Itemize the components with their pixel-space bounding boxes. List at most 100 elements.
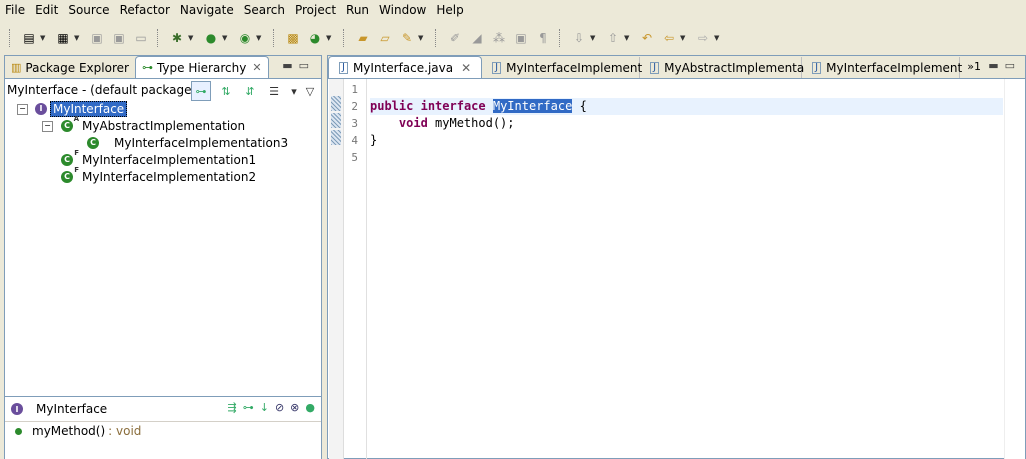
tree-node-myinterface[interactable]: I MyInterface <box>35 100 128 117</box>
tab-myabstractimplementa[interactable]: J MyAbstractImplementa <box>640 57 804 78</box>
open-resource-icon[interactable]: ▱ <box>376 29 394 47</box>
open-type-icon[interactable]: ▰ <box>354 29 372 47</box>
class-icon: CF <box>61 166 79 183</box>
sort-icon[interactable]: ↓ <box>260 401 269 414</box>
collapse-icon[interactable]: − <box>42 121 53 132</box>
vertical-scrollbar[interactable] <box>1004 79 1025 459</box>
chevron-down-icon[interactable]: ▼ <box>74 34 82 42</box>
menu-run[interactable]: Run <box>341 0 374 21</box>
show-whitespace-icon[interactable]: ¶ <box>534 29 552 47</box>
toggle-breadcrumb-icon[interactable]: ⁂ <box>490 29 508 47</box>
minimize-maximize-icon[interactable]: ▬▭ <box>282 59 315 72</box>
close-icon[interactable]: ✕ <box>252 61 261 74</box>
toolbar-separator <box>157 29 161 47</box>
interface-icon: I <box>11 403 23 415</box>
tree-node-myinterfaceimplementation1[interactable]: CF MyInterfaceImplementation1 <box>61 149 256 168</box>
more-tabs-button[interactable]: »1 <box>967 60 981 73</box>
hide-fields-icon[interactable]: ⊘ <box>275 401 284 414</box>
members-toolbar: ⇶ ⊶ ↓ ⊘ ⊗ ● <box>228 401 315 414</box>
chevron-down-icon[interactable]: ▼ <box>680 34 688 42</box>
toolbar-separator <box>343 29 347 47</box>
menu-edit[interactable]: Edit <box>30 0 63 21</box>
tab-package-explorer[interactable]: ▥ Package Explorer <box>5 57 135 78</box>
left-view-tabs: ▥ Package Explorer ⊶ Type Hierarchy ✕ ▬▭ <box>5 56 321 79</box>
occurrence-marker[interactable] <box>331 113 341 128</box>
menu-navigate[interactable]: Navigate <box>175 0 239 21</box>
view-menu-icon[interactable]: ▽ <box>305 82 315 100</box>
supertype-hierarchy-icon[interactable]: ⇅ <box>217 82 235 100</box>
code-area[interactable]: public interface MyInterface { void myMe… <box>370 79 1003 166</box>
type-hierarchy-mode-icon[interactable]: ⊶ <box>191 81 211 101</box>
main-toolbar: ▤ ▼ ▦ ▼ ▣ ▣ ▭ ✱ ▼ ● ▼ ◉ ▼ ▩ ◕ ▼ ▰ ▱ ✎ ▼ ✐ ◢ ⁂ ▣… <box>0 23 1026 53</box>
new-icon[interactable]: ▤ <box>20 29 38 47</box>
tab-label: Type Hierarchy <box>156 60 247 75</box>
tab-type-hierarchy[interactable]: ⊶ Type Hierarchy ✕ <box>134 56 269 78</box>
hierarchy-toolbar: ⊶ ⇅ ⇵ ☰ ▾ ▽ <box>191 81 315 101</box>
next-annotation-icon[interactable]: ⇩ <box>570 29 588 47</box>
occurrence-marker[interactable] <box>331 96 341 111</box>
subtype-hierarchy-icon[interactable]: ⇵ <box>241 82 259 100</box>
chevron-down-icon[interactable]: ▼ <box>418 34 426 42</box>
occurrence-marker[interactable] <box>331 130 341 145</box>
hide-nonpublic-icon[interactable]: ● <box>305 401 315 414</box>
tree-node-myinterfaceimplementation3[interactable]: C MyInterfaceImplementation3 <box>87 134 288 151</box>
print-icon[interactable]: ▭ <box>132 29 150 47</box>
collapse-icon[interactable]: − <box>17 104 28 115</box>
tab-myinterface-java[interactable]: J MyInterface.java ✕ <box>328 56 483 78</box>
chevron-down-icon[interactable]: ▼ <box>624 34 632 42</box>
last-edit-location-icon[interactable]: ↶ <box>638 29 656 47</box>
highlight-icon[interactable]: ◢ <box>468 29 486 47</box>
chevron-down-icon[interactable]: ▼ <box>222 34 230 42</box>
type-hierarchy-view: ▥ Package Explorer ⊶ Type Hierarchy ✕ ▬▭… <box>4 55 322 459</box>
run-icon[interactable]: ● <box>202 29 220 47</box>
chevron-down-icon[interactable]: ▼ <box>40 34 48 42</box>
external-tools-icon[interactable]: ◉ <box>236 29 254 47</box>
new-class-icon[interactable]: ◕ <box>306 29 324 47</box>
block-selection-icon[interactable]: ▣ <box>512 29 530 47</box>
menu-search[interactable]: Search <box>239 0 290 21</box>
new-package-icon[interactable]: ▩ <box>284 29 302 47</box>
chevron-down-icon[interactable]: ▼ <box>326 34 334 42</box>
hide-static-icon[interactable]: ⊗ <box>290 401 299 414</box>
abstract-modifier: A <box>73 114 79 123</box>
back-icon[interactable]: ⇦ <box>660 29 678 47</box>
tab-myinterfaceimplement[interactable]: J MyInterfaceImplement <box>482 57 643 78</box>
editor-tabs: J MyInterface.java ✕ J MyInterfaceImplem… <box>328 56 1025 79</box>
menu-file[interactable]: File <box>0 0 30 21</box>
chevron-down-icon[interactable]: ▼ <box>714 34 722 42</box>
tree-node-myinterfaceimplementation2[interactable]: CF MyInterfaceImplementation2 <box>61 166 256 185</box>
tab-label: MyInterface.java <box>352 60 454 75</box>
save-all-icon[interactable]: ▣ <box>110 29 128 47</box>
search-icon[interactable]: ✎ <box>398 29 416 47</box>
chevron-down-icon[interactable]: ▼ <box>590 34 598 42</box>
new-wizard-icon[interactable]: ▦ <box>54 29 72 47</box>
minimize-maximize-icon[interactable]: ▬▭ <box>988 59 1021 72</box>
code-line-3: void myMethod(); <box>398 116 515 130</box>
previous-annotation-icon[interactable]: ⇧ <box>604 29 622 47</box>
close-icon[interactable]: ✕ <box>461 61 471 75</box>
mark-occurrences-icon[interactable]: ✐ <box>446 29 464 47</box>
menu-project[interactable]: Project <box>290 0 341 21</box>
type-hierarchy-icon: ⊶ <box>141 61 153 74</box>
lock-view-icon[interactable]: ⇶ <box>228 401 237 414</box>
forward-icon[interactable]: ⇨ <box>694 29 712 47</box>
chevron-down-icon[interactable]: ▼ <box>256 34 264 42</box>
debug-icon[interactable]: ✱ <box>168 29 186 47</box>
chevron-down-icon[interactable]: ▾ <box>289 82 299 100</box>
tab-myinterfaceimplement-2[interactable]: J MyInterfaceImplement <box>802 57 962 78</box>
save-icon[interactable]: ▣ <box>88 29 106 47</box>
line-number: 5 <box>351 151 358 164</box>
chevron-down-icon[interactable]: ▼ <box>188 34 196 42</box>
show-inherited-icon[interactable]: ⊶ <box>243 401 254 414</box>
menu-refactor[interactable]: Refactor <box>115 0 175 21</box>
class-icon: CF <box>61 149 79 166</box>
menu-source[interactable]: Source <box>63 0 114 21</box>
menu-help[interactable]: Help <box>431 0 468 21</box>
menu-window[interactable]: Window <box>374 0 431 21</box>
toolbar-separator <box>435 29 439 47</box>
history-icon[interactable]: ☰ <box>265 82 283 100</box>
tree-node-myabstractimplementation[interactable]: CA MyAbstractImplementation <box>61 114 245 134</box>
tab-label: MyInterfaceImplement <box>506 60 643 75</box>
member-row[interactable]: myMethod() : void <box>5 422 321 440</box>
